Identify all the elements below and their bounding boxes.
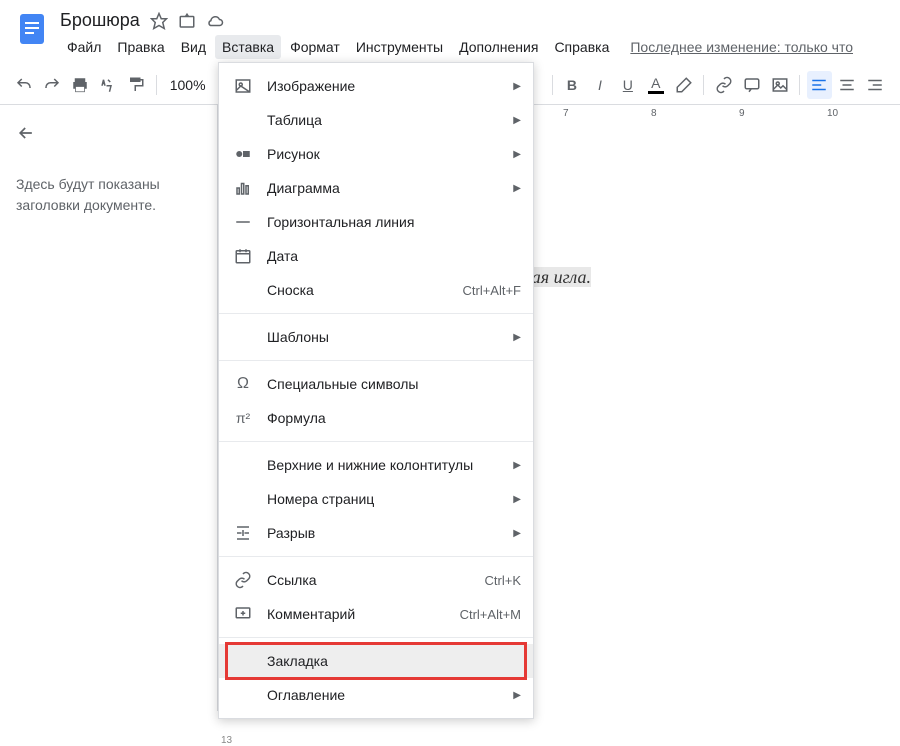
blank-icon	[231, 327, 255, 347]
shortcut-text: Ctrl+Alt+F	[462, 283, 521, 298]
dropdown-item-6[interactable]: СноскаCtrl+Alt+F	[219, 273, 533, 307]
dropdown-label: Сноска	[267, 282, 462, 298]
dropdown-label: Специальные символы	[267, 376, 521, 392]
menu-edit[interactable]: Правка	[110, 35, 171, 59]
shortcut-text: Ctrl+Alt+M	[460, 607, 521, 622]
cloud-icon[interactable]	[206, 12, 224, 30]
dropdown-label: Верхние и нижние колонтитулы	[267, 457, 505, 473]
submenu-arrow-icon: ▶	[513, 81, 521, 92]
dropdown-label: Номера страниц	[267, 491, 505, 507]
menu-bar: Файл Правка Вид Вставка Формат Инструмен…	[60, 35, 888, 59]
dropdown-label: Шаблоны	[267, 329, 505, 345]
dropdown-item-13[interactable]: Верхние и нижние колонтитулы ▶	[219, 448, 533, 482]
outline-placeholder: Здесь будут показаны заголовки документе…	[16, 174, 201, 216]
comment-icon[interactable]	[739, 71, 764, 99]
dropdown-item-11[interactable]: π² Формула	[219, 401, 533, 435]
dropdown-item-17[interactable]: СсылкаCtrl+K	[219, 563, 533, 597]
spellcheck-icon[interactable]	[96, 71, 121, 99]
dropdown-label: Диаграмма	[267, 180, 505, 196]
link-icon[interactable]	[711, 71, 736, 99]
dropdown-item-18[interactable]: КомментарийCtrl+Alt+M	[219, 597, 533, 631]
dropdown-label: Изображение	[267, 78, 505, 94]
submenu-arrow-icon: ▶	[513, 690, 521, 701]
submenu-arrow-icon: ▶	[513, 149, 521, 160]
submenu-arrow-icon: ▶	[513, 460, 521, 471]
dropdown-label: Рисунок	[267, 146, 505, 162]
dropdown-label: Комментарий	[267, 606, 460, 622]
blank-icon	[231, 685, 255, 705]
dropdown-label: Дата	[267, 248, 521, 264]
submenu-arrow-icon: ▶	[513, 332, 521, 343]
dropdown-label: Закладка	[267, 653, 521, 669]
highlight-icon[interactable]	[671, 71, 696, 99]
table-icon	[231, 110, 255, 130]
dropdown-label: Разрыв	[267, 525, 505, 541]
link-icon	[231, 570, 255, 590]
menu-format[interactable]: Формат	[283, 35, 347, 59]
dropdown-item-2[interactable]: Рисунок ▶	[219, 137, 533, 171]
dropdown-label: Горизонтальная линия	[267, 214, 521, 230]
dropdown-item-10[interactable]: Ω Специальные символы	[219, 367, 533, 401]
dropdown-item-4[interactable]: Горизонтальная линия	[219, 205, 533, 239]
redo-icon[interactable]	[40, 71, 65, 99]
hr-icon	[231, 212, 255, 232]
shortcut-text: Ctrl+K	[485, 573, 521, 588]
dropdown-item-21[interactable]: Оглавление ▶	[219, 678, 533, 712]
print-icon[interactable]	[68, 71, 93, 99]
outline-panel: Здесь будут показаны заголовки документе…	[0, 105, 218, 711]
dropdown-label: Оглавление	[267, 687, 505, 703]
dropdown-item-20[interactable]: Закладка	[219, 644, 533, 678]
underline-icon[interactable]: U	[615, 71, 640, 99]
dropdown-item-3[interactable]: Диаграмма ▶	[219, 171, 533, 205]
paint-format-icon[interactable]	[124, 71, 149, 99]
dropdown-item-1[interactable]: Таблица ▶	[219, 103, 533, 137]
submenu-arrow-icon: ▶	[513, 528, 521, 539]
submenu-arrow-icon: ▶	[513, 494, 521, 505]
dropdown-label: Таблица	[267, 112, 505, 128]
dropdown-item-14[interactable]: Номера страниц ▶	[219, 482, 533, 516]
back-arrow-icon[interactable]	[16, 123, 201, 146]
zoom-select[interactable]: 100%	[164, 77, 212, 93]
blank-icon	[231, 651, 255, 671]
comment-icon	[231, 604, 255, 624]
dropdown-label: Формула	[267, 410, 521, 426]
submenu-arrow-icon: ▶	[513, 183, 521, 194]
align-right-icon[interactable]	[863, 71, 888, 99]
drawing-icon	[231, 144, 255, 164]
image-icon	[231, 76, 255, 96]
menu-addons[interactable]: Дополнения	[452, 35, 545, 59]
move-icon[interactable]	[178, 12, 196, 30]
align-left-icon[interactable]	[807, 71, 832, 99]
chart-icon	[231, 178, 255, 198]
pi-icon: π²	[231, 408, 255, 428]
image-insert-icon[interactable]	[767, 71, 792, 99]
menu-file[interactable]: Файл	[60, 35, 108, 59]
dropdown-item-0[interactable]: Изображение ▶	[219, 69, 533, 103]
date-icon	[231, 246, 255, 266]
blank-icon	[231, 489, 255, 509]
last-edit-link[interactable]: Последнее изменение: только что	[630, 39, 853, 55]
submenu-arrow-icon: ▶	[513, 115, 521, 126]
menu-tools[interactable]: Инструменты	[349, 35, 450, 59]
dropdown-item-5[interactable]: Дата	[219, 239, 533, 273]
insert-dropdown: Изображение ▶ Таблица ▶ Рисунок ▶ Диаграмма ▶ Го…	[218, 62, 534, 719]
menu-insert[interactable]: Вставка	[215, 35, 281, 59]
star-icon[interactable]	[150, 12, 168, 30]
dropdown-item-8[interactable]: Шаблоны ▶	[219, 320, 533, 354]
menu-help[interactable]: Справка	[547, 35, 616, 59]
footnote-icon	[231, 280, 255, 300]
dropdown-label: Ссылка	[267, 572, 485, 588]
text-color-icon[interactable]: A	[643, 71, 668, 99]
dropdown-item-15[interactable]: Разрыв ▶	[219, 516, 533, 550]
align-center-icon[interactable]	[835, 71, 860, 99]
italic-icon[interactable]: I	[587, 71, 612, 99]
omega-icon: Ω	[231, 374, 255, 394]
doc-title[interactable]: Брошюра	[60, 10, 140, 31]
blank-icon	[231, 455, 255, 475]
undo-icon[interactable]	[12, 71, 37, 99]
docs-logo[interactable]	[12, 8, 52, 48]
menu-view[interactable]: Вид	[174, 35, 213, 59]
bold-icon[interactable]: B	[559, 71, 584, 99]
break-icon	[231, 523, 255, 543]
